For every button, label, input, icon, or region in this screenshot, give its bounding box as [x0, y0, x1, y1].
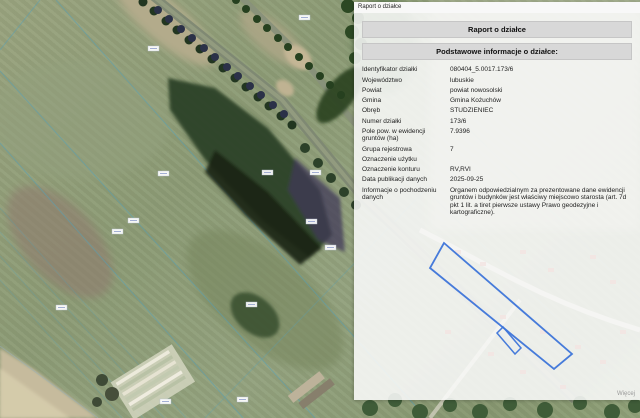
- row-label: Obręb: [362, 107, 450, 114]
- row-label: Oznaczenie użytku: [362, 156, 450, 163]
- table-row: Informacje o pochodzeniu danych Organem …: [362, 185, 632, 218]
- table-row: Pole pow. w ewidencji gruntów (ha) 7.939…: [362, 127, 632, 145]
- row-value: 080404_5.0017.173/6: [450, 66, 632, 73]
- allotment-gardens: [111, 344, 195, 418]
- row-value: RV,RVI: [450, 166, 632, 173]
- table-row: Gmina Gmina Kożuchów: [362, 96, 632, 106]
- panel-footer-link[interactable]: Więcej: [617, 391, 635, 397]
- row-value: 7: [450, 146, 632, 153]
- table-row: Powiat powiat nowosolski: [362, 86, 632, 96]
- row-label: Gmina: [362, 97, 450, 104]
- table-row: Numer działki 173/6: [362, 116, 632, 126]
- report-header: Raport o działce: [362, 21, 632, 38]
- row-label: Powiat: [362, 87, 450, 94]
- table-row: Oznaczenie konturu RV,RVI: [362, 165, 632, 175]
- row-value: powiat nowosolski: [450, 87, 632, 94]
- row-label: Grupa rejestrowa: [362, 146, 450, 153]
- row-value: Gmina Kożuchów: [450, 97, 632, 104]
- parcel-info-table: Identyfikator działki 080404_5.0017.173/…: [362, 65, 632, 218]
- panel-title[interactable]: Raport o działce: [354, 2, 640, 13]
- row-label: Pole pow. w ewidencji gruntów (ha): [362, 128, 450, 143]
- table-row: Data publikacji danych 2025-09-25: [362, 175, 632, 185]
- row-value: 2025-09-25: [450, 176, 632, 183]
- row-value: lubuskie: [450, 77, 632, 84]
- row-label: Identyfikator działki: [362, 66, 450, 73]
- row-label: Data publikacji danych: [362, 176, 450, 183]
- table-row: Identyfikator działki 080404_5.0017.173/…: [362, 65, 632, 75]
- row-value: Organem odpowiedzialnym za prezentowane …: [450, 187, 632, 217]
- report-subheader: Podstawowe informacje o działce:: [362, 43, 632, 60]
- table-row: Oznaczenie użytku: [362, 154, 632, 164]
- row-label: Numer działki: [362, 118, 450, 125]
- row-value: 7.9396: [450, 128, 632, 135]
- table-row: Województwo lubuskie: [362, 75, 632, 85]
- table-row: Obręb STUDZIENIEC: [362, 106, 632, 116]
- app-window: Raport o działce Raport o działce Podsta…: [0, 0, 640, 418]
- row-value: 173/6: [450, 118, 632, 125]
- table-row: Grupa rejestrowa 7: [362, 144, 632, 154]
- parcel-report-panel: Raport o działce Raport o działce Podsta…: [354, 2, 640, 400]
- row-label: Informacje o pochodzeniu danych: [362, 187, 450, 202]
- row-label: Oznaczenie konturu: [362, 166, 450, 173]
- row-value: STUDZIENIEC: [450, 107, 632, 114]
- row-label: Województwo: [362, 77, 450, 84]
